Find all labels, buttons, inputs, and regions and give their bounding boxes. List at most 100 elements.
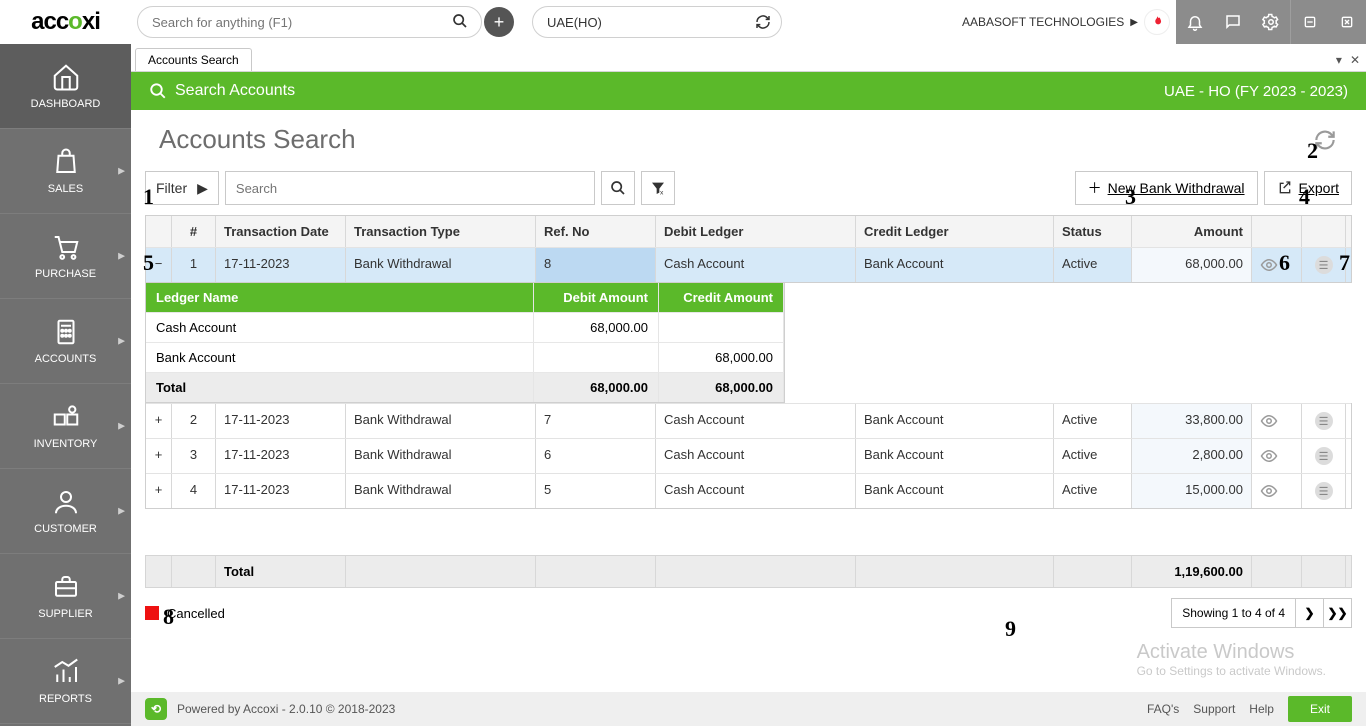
briefcase-icon <box>51 572 81 602</box>
bag-icon <box>51 147 81 177</box>
chevron-right-icon: ▶ <box>118 421 125 432</box>
filter-button[interactable]: Filter ▶ <box>145 171 219 205</box>
tab-accounts-search[interactable]: Accounts Search <box>135 48 252 71</box>
add-new-button[interactable]: + <box>484 7 514 37</box>
new-bank-withdrawal-button[interactable]: ＋ New Bank Withdrawal <box>1075 171 1258 205</box>
pager-text: Showing 1 to 4 of 4 <box>1172 606 1295 620</box>
chevron-right-icon: ▶ <box>118 251 125 262</box>
chevron-right-icon: ▶ <box>118 336 125 347</box>
detail-row: Bank Account68,000.00 <box>146 342 784 372</box>
chevron-right-icon: ▶ <box>118 591 125 602</box>
section-title: Search Accounts <box>175 82 295 100</box>
tab-dropdown-icon[interactable]: ▾ <box>1336 53 1342 67</box>
sidebar-item-label: SUPPLIER <box>38 608 92 620</box>
chat-icon[interactable] <box>1214 0 1252 44</box>
export-icon <box>1277 180 1293 196</box>
sidebar-item-purchase[interactable]: PURCHASE ▶ <box>0 214 131 299</box>
callout-3: 3 <box>1125 184 1136 210</box>
pager: Showing 1 to 4 of 4 ❯ ❯❯ <box>1171 598 1352 628</box>
sidebar-item-accounts[interactable]: ACCOUNTS ▶ <box>0 299 131 384</box>
clear-filter-button[interactable]: x <box>641 171 675 205</box>
col-header[interactable]: Credit Ledger <box>856 216 1054 247</box>
col-header[interactable]: Transaction Type <box>346 216 536 247</box>
grid-search-input[interactable] <box>225 171 595 205</box>
col-header[interactable]: Transaction Date <box>216 216 346 247</box>
exit-button[interactable]: Exit <box>1288 696 1352 722</box>
close-icon[interactable] <box>1328 0 1366 44</box>
detail-row: Cash Account68,000.00 <box>146 312 784 342</box>
pager-next-button[interactable]: ❯ <box>1295 599 1323 627</box>
footer-help-link[interactable]: Help <box>1249 702 1274 716</box>
grid-total-row: Total 1,19,600.00 <box>145 555 1352 588</box>
user-icon <box>51 487 81 517</box>
view-icon[interactable] <box>1260 412 1293 430</box>
sidebar-item-customer[interactable]: CUSTOMER ▶ <box>0 469 131 554</box>
search-icon <box>149 82 167 100</box>
tab-close-icon[interactable]: ✕ <box>1350 53 1360 67</box>
pager-last-button[interactable]: ❯❯ <box>1323 599 1351 627</box>
row-menu-icon[interactable]: ☰ <box>1315 447 1333 465</box>
plus-icon: ＋ <box>1088 178 1102 198</box>
view-icon[interactable] <box>1260 482 1293 500</box>
expand-toggle[interactable]: + <box>146 439 172 473</box>
col-header[interactable]: Debit Ledger <box>656 216 856 247</box>
col-header[interactable]: # <box>172 216 216 247</box>
callout-7: 7 <box>1339 250 1350 276</box>
global-search-input[interactable] <box>137 6 482 38</box>
detail-total-label: Total <box>146 373 534 402</box>
flame-icon[interactable] <box>1144 9 1170 35</box>
svg-text:x: x <box>660 190 664 196</box>
sidebar-item-reports[interactable]: REPORTS ▶ <box>0 639 131 724</box>
windows-watermark: Activate Windows Go to Settings to activ… <box>1137 641 1326 678</box>
row-menu-icon[interactable]: ☰ <box>1315 256 1333 274</box>
branch-selector[interactable]: UAE(HO) <box>532 6 782 38</box>
callout-8: 8 <box>163 604 174 630</box>
footer-faqs-link[interactable]: FAQ's <box>1147 702 1179 716</box>
table-row[interactable]: +417-11-2023Bank Withdrawal5Cash Account… <box>146 473 1351 508</box>
company-name[interactable]: AABASOFT TECHNOLOGIES <box>962 15 1124 29</box>
sidebar-item-label: SALES <box>48 183 83 195</box>
chevron-right-icon[interactable]: ▶ <box>1130 17 1138 28</box>
col-header[interactable]: Ref. No <box>536 216 656 247</box>
col-header: Debit Amount <box>534 283 659 312</box>
chevron-right-icon: ▶ <box>118 506 125 517</box>
cart-icon <box>51 232 81 262</box>
callout-4: 4 <box>1299 184 1310 210</box>
footer-logo-icon: ⟲ <box>145 698 167 720</box>
sidebar-item-label: CUSTOMER <box>34 523 97 535</box>
sidebar-item-dashboard[interactable]: DASHBOARD <box>0 44 131 129</box>
col-header: Credit Amount <box>659 283 784 312</box>
expand-toggle[interactable]: + <box>146 474 172 508</box>
gear-icon[interactable] <box>1252 0 1290 44</box>
footer-support-link[interactable]: Support <box>1193 702 1235 716</box>
search-icon[interactable] <box>452 13 470 31</box>
col-header: Ledger Name <box>146 283 534 312</box>
row-menu-icon[interactable]: ☰ <box>1315 412 1333 430</box>
bell-icon[interactable] <box>1176 0 1214 44</box>
search-button[interactable] <box>601 171 635 205</box>
transactions-table: # Transaction Date Transaction Type Ref.… <box>145 215 1352 283</box>
home-icon <box>51 62 81 92</box>
sidebar-item-supplier[interactable]: SUPPLIER ▶ <box>0 554 131 639</box>
minimize-icon[interactable] <box>1290 0 1328 44</box>
page-title: Accounts Search <box>159 124 356 155</box>
sidebar-item-sales[interactable]: SALES ▶ <box>0 129 131 214</box>
table-row[interactable]: +217-11-2023Bank Withdrawal7Cash Account… <box>146 403 1351 438</box>
sidebar-item-label: INVENTORY <box>34 438 98 450</box>
sidebar-item-label: PURCHASE <box>35 268 96 280</box>
sidebar-item-label: DASHBOARD <box>31 98 101 110</box>
expand-toggle[interactable]: + <box>146 404 172 438</box>
col-header[interactable]: Status <box>1054 216 1132 247</box>
table-row[interactable]: +317-11-2023Bank Withdrawal6Cash Account… <box>146 438 1351 473</box>
col-header[interactable]: Amount <box>1132 216 1252 247</box>
cancelled-legend-color <box>145 606 159 620</box>
view-icon[interactable] <box>1260 447 1293 465</box>
context-label: UAE - HO (FY 2023 - 2023) <box>1164 83 1348 100</box>
detail-total-credit: 68,000.00 <box>659 373 784 402</box>
sidebar-item-inventory[interactable]: INVENTORY ▶ <box>0 384 131 469</box>
sync-icon[interactable] <box>755 14 771 30</box>
table-row[interactable]: −117-11-2023Bank Withdrawal8Cash Account… <box>146 247 1351 282</box>
row-menu-icon[interactable]: ☰ <box>1315 482 1333 500</box>
chevron-right-icon: ▶ <box>118 166 125 177</box>
sidebar-item-label: REPORTS <box>39 693 92 705</box>
